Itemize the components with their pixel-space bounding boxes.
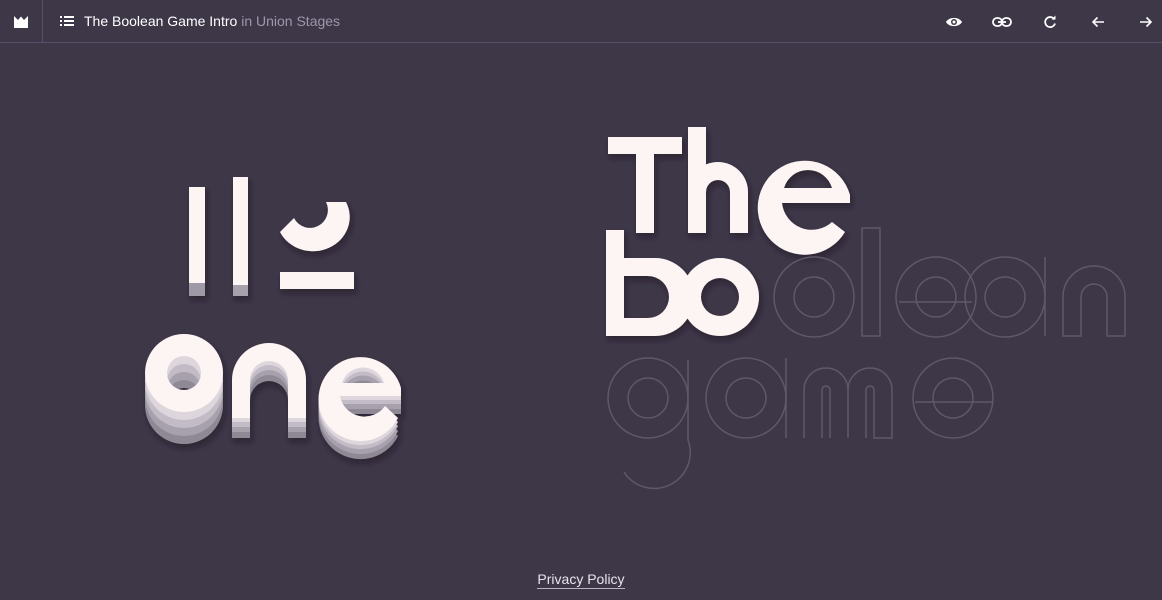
refresh-button[interactable] [1037,9,1063,35]
arrow-right-icon [1140,16,1153,28]
intro-stage [145,127,1126,490]
eye-icon [946,17,962,27]
title-filled-letters [606,127,850,336]
page-title[interactable]: The Boolean Game Intro [84,13,237,29]
union-logo-icon [14,15,28,28]
top-bar: The Boolean Game Intro in Union Stages [0,0,1162,43]
forward-button[interactable] [1133,9,1159,35]
title-outlined-letters [607,227,1126,490]
arrow-left-icon [1091,16,1104,28]
left-word-one [145,334,401,460]
link-icon [992,17,1012,27]
left-fragments [189,177,354,296]
list-icon[interactable] [60,14,74,28]
refresh-icon [1044,15,1056,28]
breadcrumb-separator: in [241,13,253,29]
privacy-policy-link[interactable]: Privacy Policy [537,571,625,589]
logo-button[interactable] [0,0,43,43]
preview-button[interactable] [941,9,967,35]
copy-link-button[interactable] [989,9,1015,35]
breadcrumb: The Boolean Game Intro in Union Stages [84,12,340,30]
back-button[interactable] [1085,9,1111,35]
project-link[interactable]: Union Stages [256,13,340,29]
footer: Privacy Policy [0,571,1162,589]
